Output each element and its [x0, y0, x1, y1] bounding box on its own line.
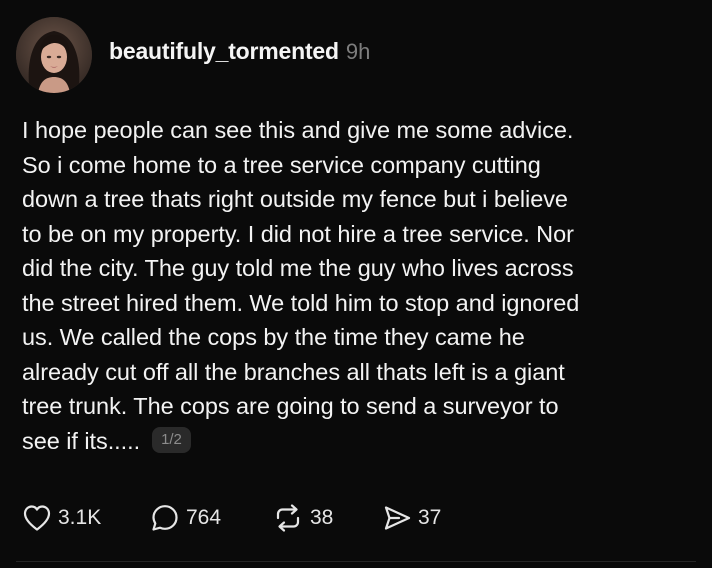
share-count: 37: [418, 506, 442, 529]
speech-bubble-icon: [152, 505, 178, 531]
post-body-line: to be on my property. I did not hire a t…: [22, 220, 574, 247]
like-button[interactable]: 3.1K: [22, 504, 150, 532]
post-actions: 3.1K 764 38 37: [22, 500, 462, 536]
reply-count: 764: [186, 506, 222, 529]
post-body-line: So i come home to a tree service company…: [22, 151, 541, 178]
post-body: I hope people can see this and give me s…: [22, 113, 697, 458]
post-header: beautifuly_tormented 9h: [109, 38, 370, 70]
post-body-line: tree trunk. The cops are going to send a…: [22, 393, 559, 419]
post-body-line: the street hired them. We told him to st…: [22, 289, 580, 316]
divider: [16, 561, 696, 562]
avatar-image: [16, 17, 92, 93]
username-link[interactable]: beautifuly_tormented: [109, 38, 339, 65]
post-body-line: us. We called the cops by the time they …: [22, 324, 525, 350]
page-indicator-badge[interactable]: 1/2: [152, 427, 191, 454]
post-body-line: did the city. The guy told me the guy wh…: [22, 255, 574, 281]
like-count: 3.1K: [58, 506, 102, 529]
post-body-last-line: see if its..... 1/2: [22, 424, 697, 459]
heart-icon: [23, 505, 51, 531]
paper-plane-icon: [384, 506, 411, 530]
post-timestamp: 9h: [345, 39, 371, 64]
reply-button[interactable]: 764: [150, 503, 272, 533]
post-body-line: down a tree thats right outside my fence…: [22, 186, 568, 212]
thread-post: beautifuly_tormented 9h I hope people ca…: [0, 0, 712, 568]
repost-arrows-icon: [276, 504, 300, 532]
repost-count: 38: [310, 506, 334, 529]
post-body-line: I hope people can see this and give me s…: [22, 117, 574, 143]
post-body-line: see if its.....: [22, 427, 141, 454]
share-button[interactable]: 37: [382, 504, 462, 532]
repost-button[interactable]: 38: [272, 503, 382, 533]
avatar[interactable]: [16, 17, 92, 93]
post-body-line: already cut off all the branches all tha…: [22, 358, 565, 385]
